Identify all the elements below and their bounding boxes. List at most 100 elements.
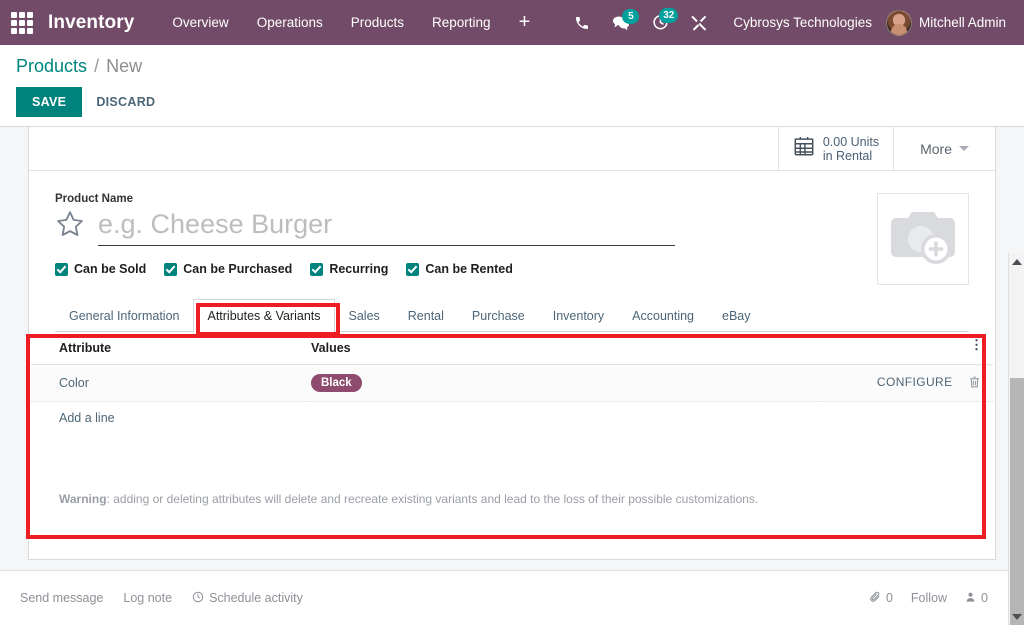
vertical-dots-icon[interactable]: ⋮ bbox=[970, 339, 983, 350]
paperclip-icon bbox=[869, 591, 881, 606]
product-image-upload[interactable] bbox=[877, 193, 969, 285]
sheet-body: Product Name Can be Sold bbox=[29, 171, 995, 276]
log-note-button[interactable]: Log note bbox=[123, 591, 172, 605]
checkbox-checked-icon bbox=[310, 263, 323, 276]
stat-button-rental[interactable]: 0.00 Units in Rental bbox=[779, 127, 894, 170]
product-flags-row: Can be Sold Can be Purchased Recurring C… bbox=[55, 262, 969, 276]
company-switcher[interactable]: Cybrosys Technologies bbox=[719, 15, 886, 30]
tab-accounting[interactable]: Accounting bbox=[618, 299, 708, 332]
discard-button[interactable]: DISCARD bbox=[82, 87, 169, 117]
attachment-count: 0 bbox=[886, 591, 893, 605]
camera-add-icon bbox=[888, 206, 958, 273]
stat-button-rental-text: 0.00 Units in Rental bbox=[823, 135, 879, 163]
clock-icon bbox=[192, 591, 204, 606]
checkbox-can-be-sold-label: Can be Sold bbox=[74, 262, 146, 276]
user-icon bbox=[965, 591, 976, 606]
tab-general-information[interactable]: General Information bbox=[55, 299, 193, 332]
table-header-row: Attribute Values bbox=[31, 332, 993, 365]
breadcrumb-products[interactable]: Products bbox=[16, 56, 87, 76]
schedule-activity-label: Schedule activity bbox=[209, 591, 303, 605]
add-a-line-button[interactable]: Add a line bbox=[31, 402, 993, 434]
add-menu-plus-icon[interactable]: + bbox=[505, 5, 545, 40]
star-icon[interactable] bbox=[55, 209, 85, 244]
table-row[interactable]: Color Black CONFIGURE bbox=[31, 365, 993, 402]
checkbox-checked-icon bbox=[164, 263, 177, 276]
tab-purchase[interactable]: Purchase bbox=[458, 299, 539, 332]
chatter-meta: 0 Follow 0 bbox=[869, 591, 988, 606]
checkbox-can-be-purchased[interactable]: Can be Purchased bbox=[164, 262, 292, 276]
attributes-table-body: Color Black CONFIGURE bbox=[31, 365, 993, 402]
debug-tools-icon[interactable] bbox=[680, 6, 719, 39]
stat-buttons-spacer bbox=[29, 127, 779, 170]
checkbox-can-be-rented-label: Can be Rented bbox=[425, 262, 513, 276]
warning-message: : adding or deleting attributes will del… bbox=[107, 492, 759, 506]
checkbox-recurring-label: Recurring bbox=[329, 262, 388, 276]
tab-rental[interactable]: Rental bbox=[394, 299, 458, 332]
checkbox-checked-icon bbox=[55, 263, 68, 276]
product-name-row bbox=[55, 207, 675, 246]
scrollbar-thumb[interactable] bbox=[1010, 378, 1024, 625]
send-message-button[interactable]: Send message bbox=[20, 591, 103, 605]
stat-buttons-bar: 0.00 Units in Rental More bbox=[29, 127, 995, 171]
activities-clock-icon[interactable]: 32 bbox=[641, 6, 680, 39]
breadcrumb-current: New bbox=[106, 56, 142, 76]
menu-item-operations[interactable]: Operations bbox=[243, 3, 337, 42]
checkbox-can-be-rented[interactable]: Can be Rented bbox=[406, 262, 513, 276]
vertical-scrollbar[interactable] bbox=[1008, 253, 1024, 625]
messages-badge-count: 5 bbox=[622, 9, 639, 24]
record-action-buttons: SAVE DISCARD bbox=[16, 87, 1008, 117]
messages-icon[interactable]: 5 bbox=[601, 7, 641, 39]
attributes-table: Attribute Values Color Black CON bbox=[31, 332, 993, 402]
tab-sales[interactable]: Sales bbox=[335, 299, 394, 332]
apps-grid-icon[interactable] bbox=[11, 12, 33, 34]
scroll-up-arrow-icon[interactable] bbox=[1009, 253, 1024, 270]
activities-badge-count: 32 bbox=[659, 8, 678, 23]
notebook-tabs: General Information Attributes & Variant… bbox=[55, 298, 969, 332]
menu-item-products[interactable]: Products bbox=[337, 3, 418, 42]
user-menu[interactable]: Mitchell Admin bbox=[886, 10, 1016, 36]
value-badge-black[interactable]: Black bbox=[311, 374, 362, 392]
attributes-table-head: Attribute Values bbox=[31, 332, 993, 365]
column-header-actions bbox=[823, 332, 993, 365]
product-name-input[interactable] bbox=[98, 207, 675, 246]
checkbox-checked-icon bbox=[406, 263, 419, 276]
follow-button[interactable]: Follow bbox=[911, 591, 947, 605]
column-header-values: Values bbox=[311, 332, 823, 365]
row-attribute-name[interactable]: Color bbox=[31, 365, 311, 402]
more-stat-buttons-dropdown[interactable]: More bbox=[894, 127, 995, 170]
attachment-counter[interactable]: 0 bbox=[869, 591, 893, 606]
calendar-icon bbox=[793, 135, 815, 162]
schedule-activity-button[interactable]: Schedule activity bbox=[192, 591, 303, 606]
scroll-down-arrow-icon[interactable] bbox=[1009, 608, 1024, 625]
configure-link[interactable]: CONFIGURE bbox=[877, 375, 953, 389]
save-button[interactable]: SAVE bbox=[16, 87, 82, 117]
checkbox-recurring[interactable]: Recurring bbox=[310, 262, 388, 276]
control-panel: Products / New SAVE DISCARD bbox=[0, 45, 1024, 125]
row-values-cell[interactable]: Black bbox=[311, 365, 823, 402]
form-view: 0.00 Units in Rental More Product Name bbox=[0, 126, 1024, 625]
followers-counter[interactable]: 0 bbox=[965, 591, 988, 606]
trash-icon[interactable] bbox=[968, 378, 981, 392]
phone-icon[interactable] bbox=[563, 7, 601, 39]
column-header-attribute: Attribute bbox=[31, 332, 311, 365]
tab-ebay[interactable]: eBay bbox=[708, 299, 765, 332]
chatter-bar: Send message Log note Schedule activity … bbox=[0, 570, 1008, 625]
tab-attributes-and-variants[interactable]: Attributes & Variants bbox=[193, 299, 334, 332]
navbar-right-tools: 5 32 Cybrosys Technologies Mitchell Admi… bbox=[563, 6, 1024, 39]
attributes-list: Attribute Values Color Black CON bbox=[31, 332, 993, 506]
menu-item-reporting[interactable]: Reporting bbox=[418, 3, 505, 42]
chatter-actions: Send message Log note Schedule activity bbox=[20, 591, 303, 606]
sheet-scroll-container: 0.00 Units in Rental More Product Name bbox=[0, 127, 1008, 570]
followers-count: 0 bbox=[981, 591, 988, 605]
product-name-label: Product Name bbox=[55, 193, 969, 205]
menu-item-overview[interactable]: Overview bbox=[158, 3, 242, 42]
more-label: More bbox=[920, 141, 952, 157]
checkbox-can-be-purchased-label: Can be Purchased bbox=[183, 262, 292, 276]
user-name: Mitchell Admin bbox=[919, 15, 1006, 30]
top-navbar: Inventory Overview Operations Products R… bbox=[0, 0, 1024, 45]
app-brand-inventory[interactable]: Inventory bbox=[48, 12, 134, 34]
tab-inventory[interactable]: Inventory bbox=[539, 299, 618, 332]
checkbox-can-be-sold[interactable]: Can be Sold bbox=[55, 262, 146, 276]
product-name-group: Product Name bbox=[55, 193, 969, 246]
avatar bbox=[886, 10, 912, 36]
